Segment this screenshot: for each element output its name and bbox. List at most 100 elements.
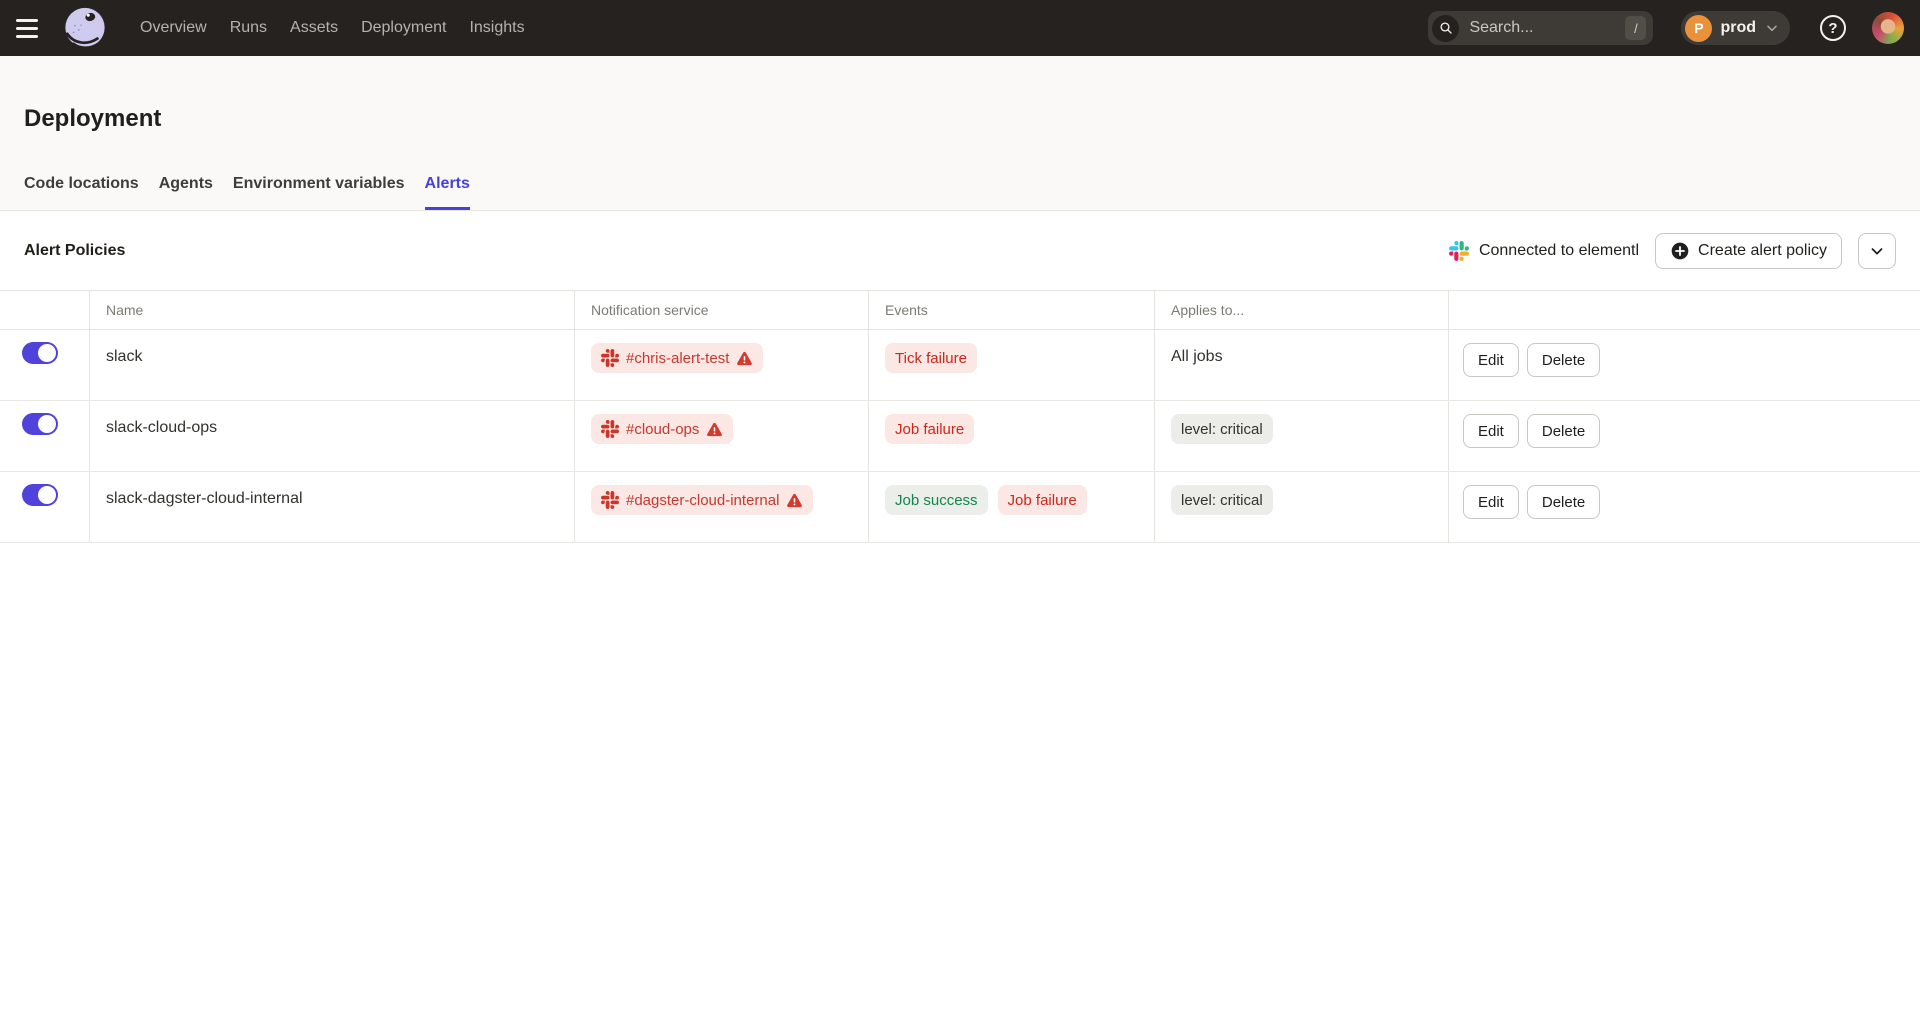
channel-name: #dagster-cloud-internal: [626, 492, 779, 509]
question-mark-icon: ?: [1828, 20, 1837, 37]
deployment-name: prod: [1720, 19, 1756, 37]
toggle-cell: [0, 401, 90, 471]
tab-environment-variables[interactable]: Environment variables: [233, 174, 405, 210]
nav-item-deployment[interactable]: Deployment: [361, 0, 446, 56]
empty-content-area: [0, 543, 1920, 1020]
chevron-down-icon: [1868, 242, 1886, 260]
actions-cell: Edit Delete: [1449, 401, 1920, 471]
search-icon: [1432, 15, 1459, 42]
policy-name: slack-cloud-ops: [106, 419, 217, 437]
table-row: slack #chris-alert-test Tick failure All…: [0, 330, 1920, 401]
notification-cell: #dagster-cloud-internal: [575, 472, 869, 542]
chevron-down-icon: [1764, 20, 1780, 36]
policy-name: slack: [106, 348, 142, 366]
alert-policies-toolbar: Alert Policies Connected to elementl Cre…: [0, 211, 1920, 290]
events-cell: Job failure: [869, 401, 1155, 471]
edit-button[interactable]: Edit: [1463, 485, 1519, 519]
channel-name: #chris-alert-test: [626, 350, 729, 367]
applies-to-cell: level: critical: [1155, 401, 1449, 471]
event-badge: Tick failure: [885, 343, 977, 373]
delete-button[interactable]: Delete: [1527, 485, 1600, 519]
column-header-events: Events: [869, 291, 1155, 329]
table-header-row: Name Notification service Events Applies…: [0, 290, 1920, 330]
hamburger-menu-icon[interactable]: [16, 13, 46, 43]
deployment-tabs: Code locations Agents Environment variab…: [24, 174, 1896, 210]
nav-item-runs[interactable]: Runs: [230, 0, 267, 56]
events-cell: Job success Job failure: [869, 472, 1155, 542]
nav-item-assets[interactable]: Assets: [290, 0, 338, 56]
section-title: Alert Policies: [24, 242, 125, 260]
slack-connection-status: Connected to elementl: [1449, 241, 1639, 261]
applies-to-value: All jobs: [1171, 348, 1223, 366]
help-button[interactable]: ?: [1820, 15, 1846, 41]
table-row: slack-dagster-cloud-internal #dagster-cl…: [0, 472, 1920, 543]
primary-nav: Overview Runs Assets Deployment Insights: [140, 0, 525, 56]
deployment-initial-badge: P: [1685, 15, 1712, 42]
event-badge: Job success: [885, 485, 988, 515]
tab-agents[interactable]: Agents: [159, 174, 213, 210]
alert-policies-table: Name Notification service Events Applies…: [0, 290, 1920, 543]
notification-cell: #cloud-ops: [575, 401, 869, 471]
create-policy-dropdown-button[interactable]: [1858, 233, 1896, 269]
column-header-name: Name: [90, 291, 575, 329]
slack-icon: [1449, 241, 1469, 261]
slack-icon: [601, 491, 619, 509]
search-input[interactable]: Search... /: [1428, 11, 1653, 45]
column-header-notification: Notification service: [575, 291, 869, 329]
event-badge: Job failure: [885, 414, 974, 444]
policy-name: slack-dagster-cloud-internal: [106, 490, 303, 508]
applies-to-cell: All jobs: [1155, 330, 1449, 400]
connected-text: Connected to elementl: [1479, 242, 1639, 260]
delete-button[interactable]: Delete: [1527, 414, 1600, 448]
events-cell: Tick failure: [869, 330, 1155, 400]
event-badge: Job failure: [998, 485, 1087, 515]
edit-button[interactable]: Edit: [1463, 414, 1519, 448]
warning-icon: [786, 492, 803, 509]
notification-badge: #chris-alert-test: [591, 343, 763, 373]
tab-alerts[interactable]: Alerts: [425, 174, 470, 210]
nav-item-overview[interactable]: Overview: [140, 0, 207, 56]
name-cell: slack-dagster-cloud-internal: [90, 472, 575, 542]
channel-name: #cloud-ops: [626, 421, 699, 438]
policy-enabled-toggle[interactable]: [22, 484, 58, 506]
plus-circle-icon: [1670, 241, 1690, 261]
page-header: Deployment Code locations Agents Environ…: [0, 56, 1920, 211]
actions-cell: Edit Delete: [1449, 330, 1920, 400]
policy-enabled-toggle[interactable]: [22, 413, 58, 435]
warning-icon: [706, 421, 723, 438]
create-alert-policy-button[interactable]: Create alert policy: [1655, 233, 1842, 269]
policy-enabled-toggle[interactable]: [22, 342, 58, 364]
search-placeholder: Search...: [1469, 19, 1625, 37]
user-avatar[interactable]: [1872, 12, 1904, 44]
nav-item-insights[interactable]: Insights: [469, 0, 524, 56]
actions-cell: Edit Delete: [1449, 472, 1920, 542]
toggle-cell: [0, 472, 90, 542]
toolbar-actions: Connected to elementl Create alert polic…: [1449, 233, 1896, 269]
notification-cell: #chris-alert-test: [575, 330, 869, 400]
delete-button[interactable]: Delete: [1527, 343, 1600, 377]
header-actions-column: [1449, 291, 1920, 329]
notification-badge: #dagster-cloud-internal: [591, 485, 813, 515]
page-title: Deployment: [24, 56, 1896, 134]
header-toggle-column: [0, 291, 90, 329]
column-header-applies-to: Applies to...: [1155, 291, 1449, 329]
applies-to-cell: level: critical: [1155, 472, 1449, 542]
table-row: slack-cloud-ops #cloud-ops Job failure l…: [0, 401, 1920, 472]
deployment-switcher[interactable]: P prod: [1681, 11, 1790, 45]
toggle-cell: [0, 330, 90, 400]
slack-icon: [601, 349, 619, 367]
tab-code-locations[interactable]: Code locations: [24, 174, 139, 210]
top-navbar: Overview Runs Assets Deployment Insights…: [0, 0, 1920, 56]
search-shortcut-key: /: [1625, 16, 1646, 40]
navbar-right: Search... / P prod ?: [1428, 11, 1904, 45]
applies-to-badge: level: critical: [1171, 485, 1273, 515]
create-alert-policy-label: Create alert policy: [1698, 242, 1827, 260]
edit-button[interactable]: Edit: [1463, 343, 1519, 377]
notification-badge: #cloud-ops: [591, 414, 733, 444]
name-cell: slack: [90, 330, 575, 400]
warning-icon: [736, 350, 753, 367]
applies-to-badge: level: critical: [1171, 414, 1273, 444]
name-cell: slack-cloud-ops: [90, 401, 575, 471]
slack-icon: [601, 420, 619, 438]
dagster-logo[interactable]: [62, 5, 108, 51]
